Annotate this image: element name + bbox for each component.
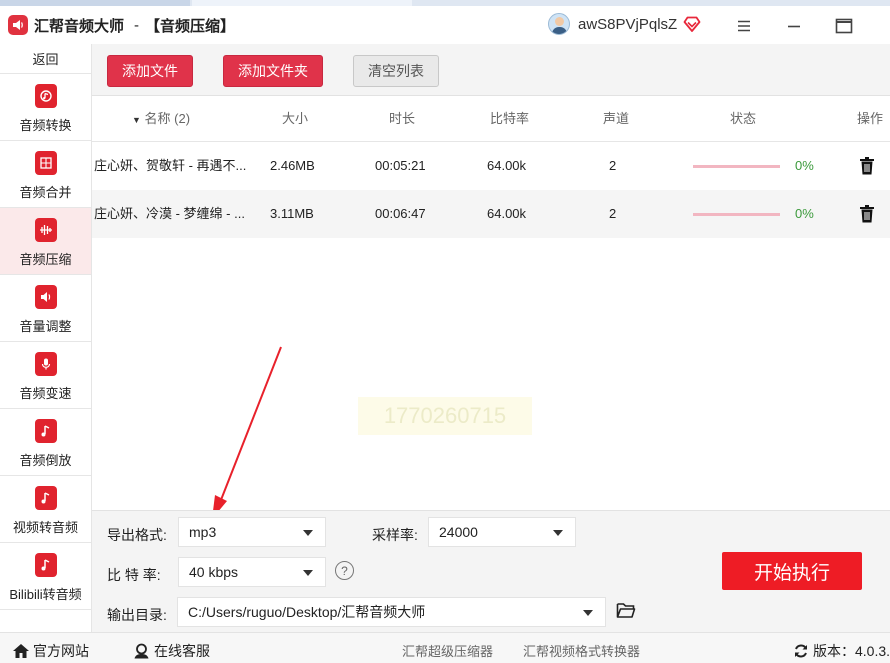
trash-icon[interactable] bbox=[858, 156, 876, 176]
progress-percent: 0% bbox=[795, 206, 814, 221]
table-row[interactable]: 庄心妍、冷漠 - 梦缠绵 - ... 3.11MB 00:06:47 64.00… bbox=[92, 190, 890, 238]
file-table: ▼ 名称 (2) 大小 时长 比特率 声道 状态 操作 庄心妍、贺敬轩 - 再遇… bbox=[92, 96, 890, 238]
header-action: 操作 bbox=[857, 111, 884, 126]
start-button[interactable]: 开始执行 bbox=[722, 552, 862, 590]
app-logo-icon bbox=[8, 15, 28, 35]
volume-icon bbox=[34, 285, 57, 309]
official-website-link[interactable]: 官方网站 bbox=[12, 641, 89, 661]
output-label: 输出目录: bbox=[107, 607, 167, 623]
samplerate-select[interactable]: 24000 bbox=[428, 517, 576, 547]
header-size: 大小 bbox=[282, 111, 309, 126]
sidebar-item-audio-merge[interactable]: 音频合并 bbox=[0, 141, 91, 208]
table-row[interactable]: 庄心妍、贺敬轩 - 再遇不... 2.46MB 00:05:21 64.00k … bbox=[92, 142, 890, 190]
progress-bar bbox=[693, 165, 780, 168]
file-channels: 2 bbox=[609, 206, 617, 221]
sidebar-item-audio-reverse[interactable]: 音频倒放 bbox=[0, 409, 91, 476]
sidebar-item-label: 视频转音频 bbox=[12, 520, 78, 535]
title-separator: - bbox=[134, 16, 140, 34]
add-folder-button[interactable]: 添加文件夹 bbox=[223, 55, 323, 87]
file-name: 庄心妍、贺敬轩 - 再遇不... bbox=[94, 158, 247, 173]
add-file-button[interactable]: 添加文件 bbox=[107, 55, 193, 87]
sidebar: 返回 音频转换 音频合并 音频压缩 音量调整 音频变速 音频倒放 视频转音频 B… bbox=[0, 44, 92, 632]
vip-diamond-icon[interactable] bbox=[683, 16, 701, 32]
file-channels: 2 bbox=[609, 158, 617, 173]
sidebar-item-audio-compress[interactable]: 音频压缩 bbox=[0, 208, 91, 275]
audio-compress-icon bbox=[34, 218, 57, 242]
folder-open-icon[interactable] bbox=[616, 602, 636, 619]
customer-service-icon bbox=[134, 643, 149, 659]
video-converter-link[interactable]: 汇帮视频格式转换器 bbox=[523, 641, 640, 660]
chevron-down-icon bbox=[553, 530, 563, 536]
chevron-down-icon bbox=[303, 570, 313, 576]
online-service-link[interactable]: 在线客服 bbox=[133, 641, 210, 661]
sidebar-item-label: 音量调整 bbox=[19, 319, 72, 334]
sidebar-item-label: 音频转换 bbox=[19, 118, 72, 133]
sort-name-header[interactable]: ▼ 名称 (2) bbox=[132, 96, 190, 143]
menu-icon[interactable] bbox=[734, 16, 754, 36]
header-status: 状态 bbox=[730, 111, 757, 126]
title-bar: 汇帮音频大师 - 【音频压缩】 awS8PVjPqlsZ bbox=[0, 6, 890, 44]
sidebar-item-label: 音频倒放 bbox=[19, 453, 72, 468]
sidebar-item-video-to-audio[interactable]: 视频转音频 bbox=[0, 476, 91, 543]
back-button[interactable]: 返回 bbox=[0, 44, 91, 74]
file-name: 庄心妍、冷漠 - 梦缠绵 - ... bbox=[94, 206, 245, 221]
file-size: 3.11MB bbox=[270, 206, 314, 221]
super-compressor-link[interactable]: 汇帮超级压缩器 bbox=[402, 641, 493, 660]
audio-convert-icon bbox=[34, 84, 57, 108]
file-bitrate: 64.00k bbox=[487, 158, 527, 173]
maximize-icon[interactable] bbox=[834, 16, 854, 36]
header-channels: 声道 bbox=[603, 111, 630, 126]
settings-panel: 导出格式: mp3 采样率: 24000 比 特 率: 40 kbps ? 输出… bbox=[92, 510, 890, 632]
header-bitrate: 比特率 bbox=[490, 111, 530, 126]
file-bitrate: 64.00k bbox=[487, 206, 527, 221]
minimize-icon[interactable] bbox=[784, 16, 804, 36]
sidebar-item-label: Bilibili转音频 bbox=[9, 587, 82, 602]
sidebar-item-label: 音频压缩 bbox=[19, 252, 72, 267]
sidebar-item-label: 音频变速 bbox=[19, 386, 72, 401]
toolbar: 添加文件 添加文件夹 清空列表 bbox=[92, 44, 890, 96]
file-size: 2.46MB bbox=[270, 158, 315, 173]
sidebar-item-audio-convert[interactable]: 音频转换 bbox=[0, 74, 91, 141]
music-note-icon bbox=[34, 486, 57, 510]
format-label: 导出格式: bbox=[107, 527, 167, 543]
output-directory-select[interactable]: C:/Users/ruguo/Desktop/汇帮音频大师 bbox=[177, 597, 606, 627]
red-arrow-annotation bbox=[212, 346, 282, 519]
user-account[interactable]: awS8PVjPqlsZ bbox=[548, 13, 701, 35]
sort-desc-icon: ▼ bbox=[132, 115, 141, 125]
trash-icon[interactable] bbox=[858, 204, 876, 224]
module-title: 【音频压缩】 bbox=[145, 17, 236, 35]
header-duration: 时长 bbox=[389, 111, 416, 126]
audio-merge-icon bbox=[34, 151, 57, 175]
chevron-down-icon bbox=[303, 530, 313, 536]
progress-percent: 0% bbox=[795, 158, 814, 173]
help-icon[interactable]: ? bbox=[335, 561, 354, 580]
sidebar-item-label: 音频合并 bbox=[19, 185, 72, 200]
sidebar-item-volume[interactable]: 音量调整 bbox=[0, 275, 91, 342]
watermark: 1770260715 bbox=[358, 397, 532, 435]
sidebar-item-audio-speed[interactable]: 音频变速 bbox=[0, 342, 91, 409]
file-duration: 00:05:21 bbox=[375, 158, 426, 173]
sidebar-item-bilibili-to-audio[interactable]: Bilibili转音频 bbox=[0, 543, 91, 610]
clear-list-button[interactable]: 清空列表 bbox=[353, 55, 439, 87]
music-note-icon bbox=[34, 419, 57, 443]
samplerate-label: 采样率: bbox=[372, 527, 418, 543]
username: awS8PVjPqlsZ bbox=[578, 15, 678, 33]
footer: 官方网站 在线客服 汇帮超级压缩器 汇帮视频格式转换器 版本：4.0.3.0 bbox=[0, 632, 890, 663]
app-title: 汇帮音频大师 bbox=[34, 17, 125, 35]
refresh-icon bbox=[795, 644, 807, 658]
music-note-icon bbox=[34, 553, 57, 577]
version-info[interactable]: 版本：4.0.3.0 bbox=[793, 641, 890, 661]
progress-bar bbox=[693, 213, 780, 216]
bitrate-label: 比 特 率: bbox=[107, 567, 161, 583]
file-duration: 00:06:47 bbox=[375, 206, 426, 221]
chevron-down-icon bbox=[583, 610, 593, 616]
home-icon bbox=[13, 644, 29, 658]
microphone-icon bbox=[34, 352, 57, 376]
avatar[interactable] bbox=[548, 13, 570, 35]
bitrate-select[interactable]: 40 kbps bbox=[178, 557, 326, 587]
format-select[interactable]: mp3 bbox=[178, 517, 326, 547]
table-header: ▼ 名称 (2) 大小 时长 比特率 声道 状态 操作 bbox=[92, 96, 890, 142]
